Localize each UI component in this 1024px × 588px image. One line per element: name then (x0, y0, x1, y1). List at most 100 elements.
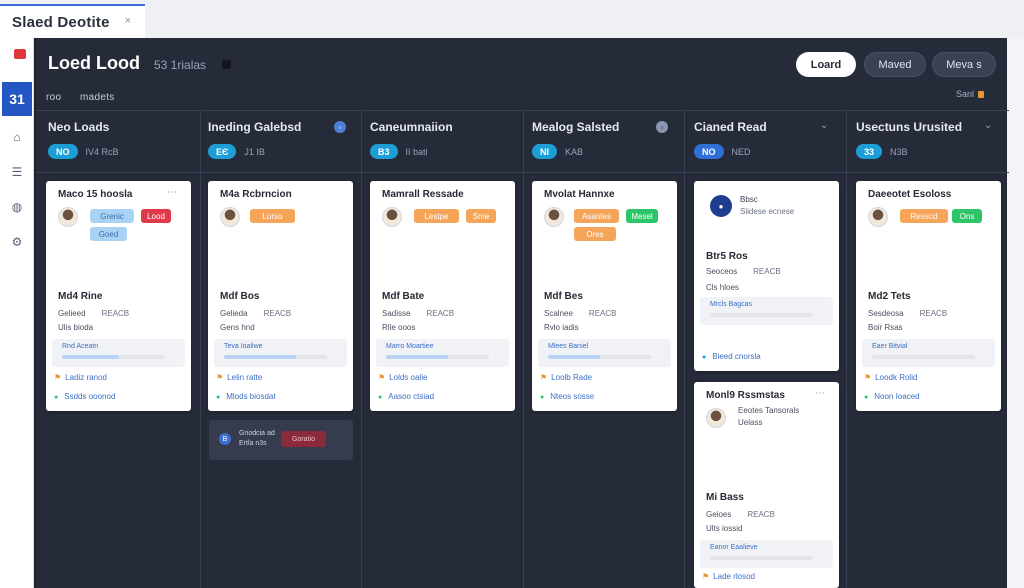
flag-icon: ⚑ (864, 373, 872, 382)
flag-icon: ⚑ (54, 373, 62, 382)
home-icon[interactable]: ⌂ (10, 130, 24, 144)
column-badge: B3 (370, 144, 398, 159)
activity-row[interactable]: ⚑ Lade rlosod (702, 572, 755, 581)
detail-row: Gelieda REACB (220, 309, 292, 318)
detail-row: Boir Rsas (868, 323, 903, 332)
progress-bar (386, 355, 489, 359)
primary-button[interactable]: Loard (796, 52, 856, 77)
note-box: Teva Ioaliwe (214, 339, 347, 367)
chevron-icon[interactable]: ⌄ (984, 120, 992, 131)
activity-row[interactable]: ⚑ Loodk Rolid (864, 373, 917, 382)
company-card[interactable]: ● Bbsc Siidese ecnese Btr5 Ros Seoceos RE… (694, 181, 839, 371)
sort-icon (978, 91, 985, 99)
lead-name: Mvolat Hannxe (544, 189, 615, 200)
progress-fill (224, 355, 297, 359)
sort-control[interactable]: Sanl (956, 89, 985, 99)
company-name: Bbsc (740, 195, 758, 204)
detail-row: Scalnee REACB (544, 309, 617, 318)
more-icon[interactable]: ⋯ (815, 388, 825, 399)
secondary-button-1[interactable]: Maved (864, 52, 926, 77)
rail-item-calendar[interactable]: 31 (2, 82, 32, 116)
contact-row[interactable]: ● Mlods biosdat (216, 392, 276, 401)
menu-icon[interactable] (222, 60, 231, 69)
lead-card[interactable]: Mvolat Hannxe Asantes Mesel Ores Mdf Bes… (532, 181, 677, 411)
column-divider (846, 110, 847, 588)
app-logo-icon[interactable] (14, 49, 26, 59)
note-text: Mlees Baniel (548, 343, 589, 350)
lead-card[interactable]: Daeeotet Esoloss Resscd Ons Md2 Tets Ses… (856, 181, 1001, 411)
lead-name: Daeeotet Esoloss (868, 189, 952, 200)
close-icon[interactable]: × (125, 15, 131, 27)
activity-row[interactable]: ⚑ Lelin ratte (216, 373, 262, 382)
column-divider (684, 110, 685, 588)
column-header-3[interactable]: Caneumnaiion B3 II bati (370, 120, 520, 170)
list-icon[interactable]: ☰ (10, 165, 24, 179)
tag: Grenic (90, 209, 134, 223)
column-count: KAB (565, 146, 584, 157)
contact-row[interactable]: ● Bieed cnorsla (702, 352, 761, 361)
status-dot-icon: ● (54, 394, 59, 401)
column-count: NED (731, 146, 751, 157)
note-text: Eaer Bitvial (872, 343, 908, 350)
note-text: Rnd Aceatn (62, 343, 99, 350)
detail-row: Ults iossid (706, 524, 743, 533)
notification-icon[interactable]: ◍ (10, 200, 24, 214)
browser-tab[interactable]: Slaed Deotite × (0, 4, 145, 38)
lead-card[interactable]: Maco 15 hoosla ⋯ Grenic Lood Goed Md4 Ri… (46, 181, 191, 411)
contact-subtitle: Eeotes Tansorals (738, 406, 800, 415)
column-divider (200, 110, 201, 588)
contact-row[interactable]: ● Nteos sosse (540, 392, 594, 401)
status-dot-icon: ● (702, 354, 707, 361)
activity-row[interactable]: ⚑ Loolb Rade (540, 373, 592, 382)
nav-item-2[interactable]: madets (80, 92, 115, 103)
collapsed-card[interactable]: B Gnodcia ad Ertla n3s Goratio (209, 420, 353, 460)
lead-name: Maco 15 hoosla (58, 189, 133, 200)
tag: Lurso (250, 209, 295, 223)
column-header-4[interactable]: Mealog Salsted NI KAB ◦ (532, 120, 682, 170)
avatar (544, 207, 564, 227)
board-subtitle: 53 1rialas (154, 58, 207, 72)
tag: Ores (574, 227, 616, 241)
lead-card[interactable]: Mamrall Ressade Lestpe Sme Mdf Bate Sadi… (370, 181, 515, 411)
contact-row[interactable]: ● Ssdds ooonod (54, 392, 115, 401)
nav-item-1[interactable]: roo (46, 92, 61, 103)
column-header-2[interactable]: Ineding Galebsd ЕЄ J1 IB ◦ (208, 120, 358, 170)
column-header-6[interactable]: Usectuns Urusited 33 N3B ⌄ (856, 120, 1006, 170)
kanban-board: Loed Lood 53 1rialas roo madets Loard Ma… (34, 38, 1009, 588)
page-title: Loed Lood (48, 53, 140, 73)
tag: Lood (141, 209, 171, 223)
deal-value: Btr5 Ros (706, 251, 748, 262)
mini-tag: Goratio (281, 431, 326, 447)
lead-name: Mamrall Ressade (382, 189, 464, 200)
activity-row[interactable]: ⚑ Lolds oalie (378, 373, 427, 382)
tag: Goed (90, 227, 127, 241)
contact-row[interactable]: ● Noon Ioaced (864, 392, 920, 401)
info-icon[interactable]: ◦ (334, 121, 346, 133)
deal-value: Mi Bass (706, 492, 744, 503)
browser-tab-strip: Slaed Deotite × (0, 0, 1024, 38)
note-box: Eaer Bitvial (862, 339, 995, 367)
settings-icon[interactable]: ⚙ (10, 235, 24, 249)
contact-subtitle-2: Uelass (738, 418, 763, 427)
progress-fill (62, 355, 119, 359)
detail-row: Ulis bioda (58, 323, 94, 332)
more-icon[interactable]: ⋯ (167, 187, 177, 198)
note-box: Mrcls Bagcas (700, 297, 833, 325)
column-header-new-leads[interactable]: Neo Loads NO IV4 RcB (48, 120, 198, 170)
tag: Mesel (626, 209, 658, 223)
tag: Asantes (574, 209, 619, 223)
progress-bar (548, 355, 651, 359)
chevron-icon[interactable]: ⌄ (820, 120, 828, 131)
column-title: Neo Loads (48, 120, 110, 134)
secondary-button-2[interactable]: Meva s (932, 52, 996, 77)
avatar (706, 408, 726, 428)
detail-row: Gens hnd (220, 323, 255, 332)
lead-card[interactable]: Monl9 Rssmstas ⋯ Eeotes Tansorals Uelass… (694, 382, 839, 588)
contact-row[interactable]: ● Aasoo ctsiad (378, 392, 434, 401)
activity-row[interactable]: ⚑ Ladiz ranod (54, 373, 107, 382)
column-header-5[interactable]: Cianed Read NO NED ⌄ (694, 120, 844, 170)
note-text: Marro Moartiee (386, 343, 434, 350)
lead-card[interactable]: M4a Rcbrncion Lurso Mdf Bos Gelieda REACB… (208, 181, 353, 411)
info-icon[interactable]: ◦ (656, 121, 668, 133)
deal-value: Md4 Rine (58, 291, 103, 302)
